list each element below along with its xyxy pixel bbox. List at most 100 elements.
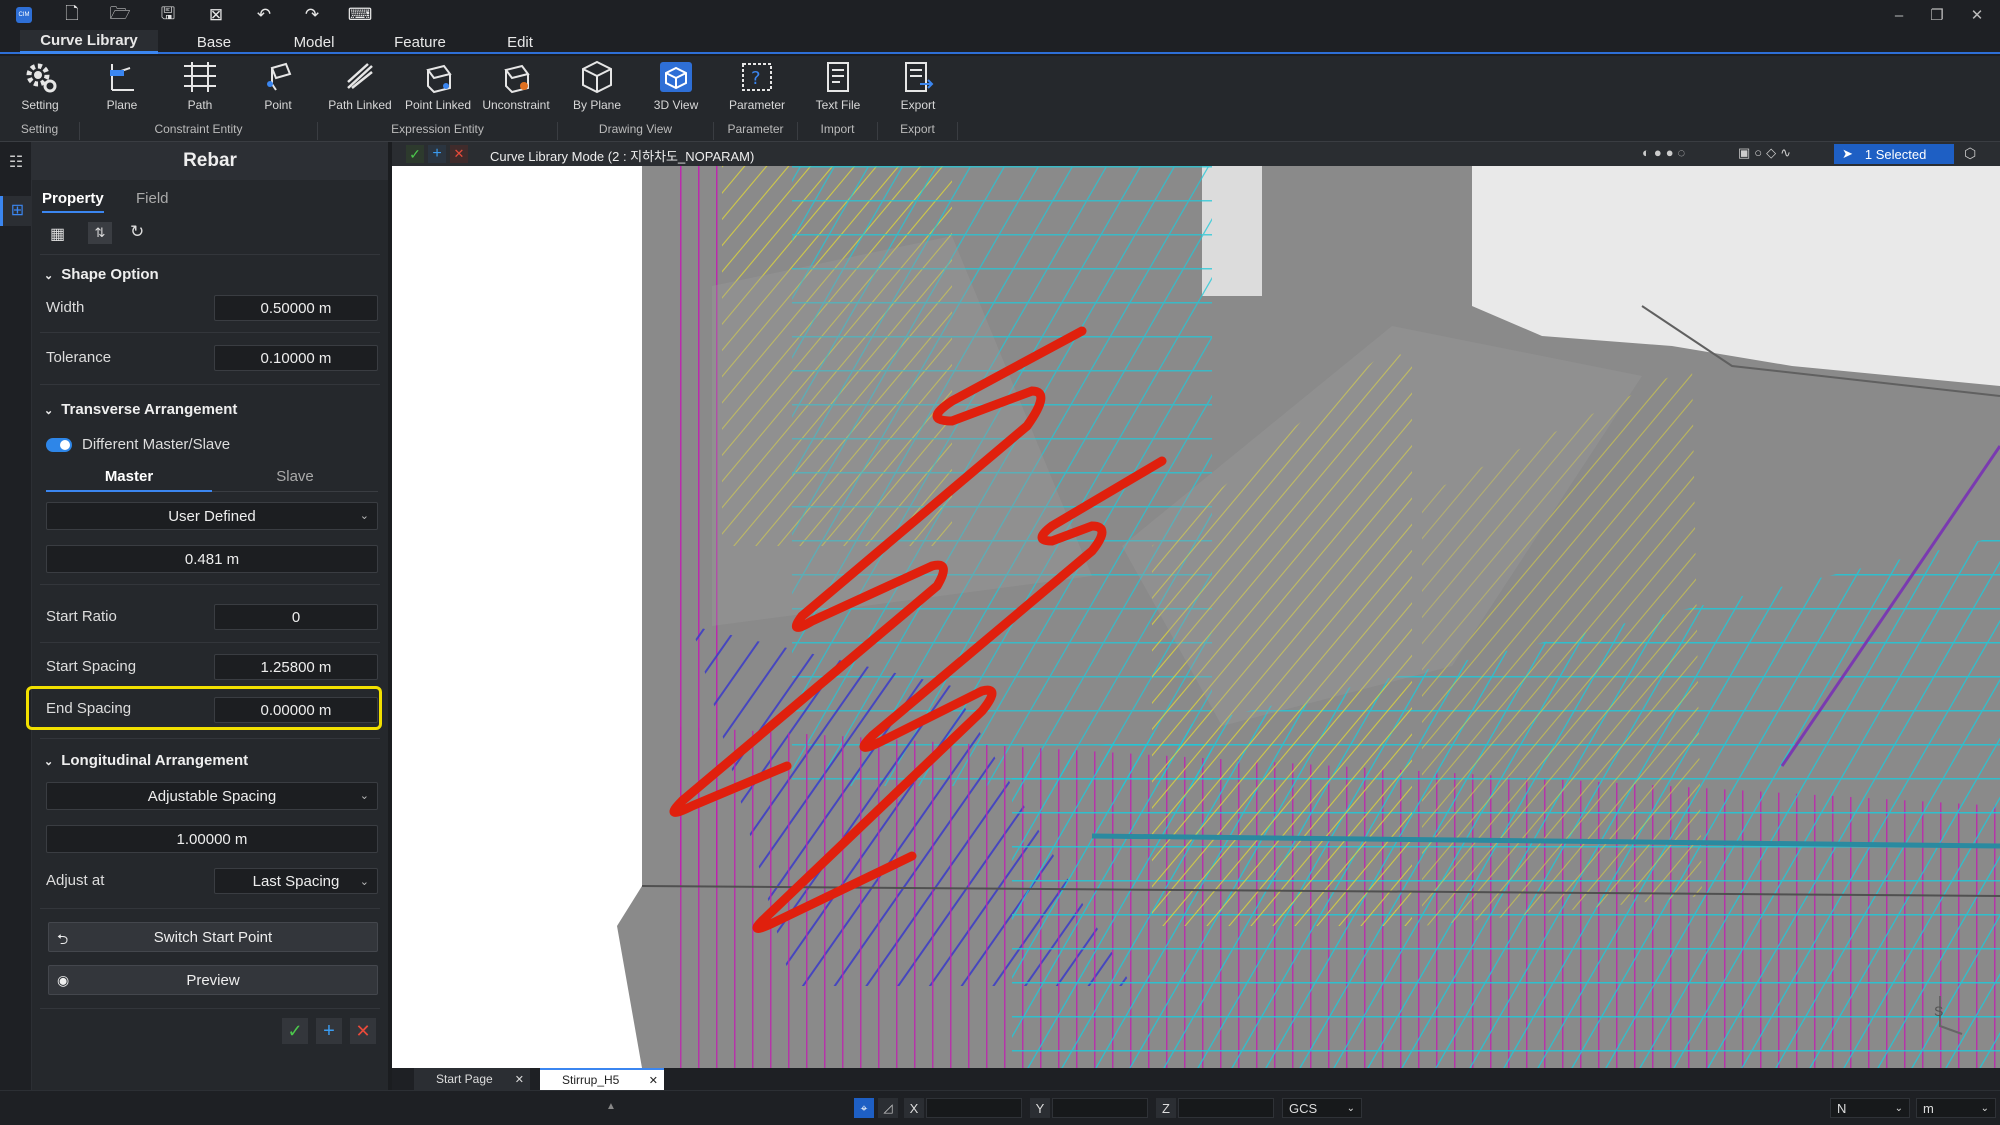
shape-option-header[interactable]: ⌄ Shape Option bbox=[44, 266, 159, 283]
tab-base[interactable]: Base bbox=[170, 30, 258, 54]
refresh-icon[interactable]: ↻ bbox=[130, 222, 144, 242]
cancel-x-icon[interactable]: ✕ bbox=[450, 145, 468, 163]
subtab-master[interactable]: Master bbox=[46, 462, 212, 492]
preview-button[interactable]: ◉ Preview bbox=[48, 965, 378, 995]
switch-start-point-button[interactable]: ⮌ Switch Start Point bbox=[48, 922, 378, 952]
save-icon[interactable]: 🖫 bbox=[144, 0, 192, 30]
3d-viewport[interactable]: S bbox=[392, 166, 2000, 1068]
snap-select[interactable]: N ⌄ bbox=[1830, 1098, 1910, 1118]
chevron-down-icon: ⌄ bbox=[359, 510, 369, 522]
selection-count: 1 Selected bbox=[1864, 146, 1927, 162]
toggle-label: Different Master/Slave bbox=[82, 436, 231, 453]
path-button[interactable]: Path bbox=[170, 60, 230, 120]
parameter-button[interactable]: ? Parameter bbox=[726, 60, 788, 120]
start-spacing-input[interactable]: 1.25800 m bbox=[214, 654, 378, 680]
3d-view-label: 3D View bbox=[653, 98, 699, 112]
close-file-icon[interactable]: ⊠ bbox=[192, 0, 240, 30]
longitudinal-spacing-input[interactable]: 1.00000 m bbox=[46, 825, 378, 853]
viewport-header: ✓ + ✕ Curve Library Mode (2 : 지하차도_NOPAR… bbox=[392, 142, 2000, 166]
tree-view-icon[interactable]: ☷ bbox=[4, 152, 28, 176]
by-plane-cube-icon bbox=[582, 60, 612, 94]
plane-button[interactable]: Plane bbox=[92, 60, 152, 120]
new-file-icon[interactable]: 🗋 bbox=[48, 0, 96, 30]
chevron-down-icon: ⌄ bbox=[1894, 1102, 1903, 1114]
app-logo-icon[interactable]: CIM bbox=[0, 0, 48, 30]
divider bbox=[40, 738, 380, 739]
shading-mode-icons[interactable]: ◐●●◌ bbox=[1642, 145, 1722, 163]
transverse-spacing-input[interactable]: 0.481 m bbox=[46, 545, 378, 573]
transverse-title: Transverse Arrangement bbox=[61, 401, 238, 418]
tab-edit[interactable]: Edit bbox=[476, 30, 564, 54]
point-linked-button[interactable]: Point Linked bbox=[402, 60, 474, 120]
tab-curve-library[interactable]: Curve Library bbox=[20, 30, 158, 54]
export-icon bbox=[905, 62, 934, 92]
group-import: Import bbox=[798, 122, 878, 140]
tab-field[interactable]: Field bbox=[136, 190, 169, 207]
confirm-check-icon[interactable]: ✓ bbox=[282, 1018, 308, 1044]
point-button[interactable]: Point bbox=[248, 60, 308, 120]
z-coordinate-input[interactable] bbox=[1178, 1098, 1274, 1118]
add-plus-icon[interactable]: + bbox=[428, 145, 446, 163]
adjust-at-select[interactable]: Last Spacing ⌄ bbox=[214, 868, 378, 894]
unit-select[interactable]: m ⌄ bbox=[1916, 1098, 1996, 1118]
resize-grip-icon[interactable]: ▲ bbox=[606, 1101, 616, 1112]
open-folder-icon[interactable]: 🗁 bbox=[96, 0, 144, 30]
tolerance-input[interactable]: 0.10000 m bbox=[214, 345, 378, 371]
cancel-x-icon[interactable]: ✕ bbox=[350, 1018, 376, 1044]
add-plus-icon[interactable]: + bbox=[316, 1018, 342, 1044]
plane-icon bbox=[110, 64, 134, 91]
close-icon[interactable]: ✕ bbox=[515, 1073, 524, 1086]
redo-icon[interactable]: ↷ bbox=[288, 0, 336, 30]
setting-button[interactable]: Setting bbox=[10, 60, 70, 120]
doc-tab-stirrup-h5[interactable]: Stirrup_H5 ✕ bbox=[540, 1068, 664, 1090]
restore-icon[interactable]: ❐ bbox=[1918, 0, 1956, 30]
doc-tab-start-page[interactable]: Start Page ✕ bbox=[414, 1068, 530, 1090]
snap-point-icon[interactable]: ⌖ bbox=[854, 1098, 874, 1118]
longitudinal-header[interactable]: ⌄ Longitudinal Arrangement bbox=[44, 752, 248, 769]
3d-view-button[interactable]: 3D View bbox=[646, 60, 706, 120]
doc-tab-label: Start Page bbox=[436, 1072, 493, 1086]
transverse-header[interactable]: ⌄ Transverse Arrangement bbox=[44, 401, 237, 418]
longitudinal-method-select[interactable]: Adjustable Spacing ⌄ bbox=[46, 782, 378, 810]
calendar-icon[interactable]: ▦ bbox=[50, 224, 65, 244]
parameter-label: Parameter bbox=[728, 98, 786, 112]
point-linked-label: Point Linked bbox=[404, 98, 472, 112]
width-input[interactable]: 0.50000 m bbox=[214, 295, 378, 321]
property-view-icon[interactable]: ⊞ bbox=[0, 196, 32, 226]
sort-icon[interactable]: ⇅ bbox=[88, 222, 112, 244]
subtab-slave[interactable]: Slave bbox=[212, 462, 378, 492]
preview-label: Preview bbox=[186, 971, 240, 989]
text-file-button[interactable]: Text File bbox=[808, 60, 868, 120]
x-coordinate-input[interactable] bbox=[926, 1098, 1022, 1118]
keyboard-icon[interactable]: ⌨ bbox=[336, 0, 384, 30]
selection-status[interactable]: ➤ 1 Selected bbox=[1834, 144, 1954, 164]
snap-edge-icon[interactable]: ◿ bbox=[878, 1098, 898, 1118]
y-coordinate-input[interactable] bbox=[1052, 1098, 1148, 1118]
svg-text:S: S bbox=[1934, 1003, 1943, 1019]
path-linked-button[interactable]: Path Linked bbox=[324, 60, 396, 120]
chevron-down-icon: ⌄ bbox=[1980, 1102, 1989, 1114]
master-slave-toggle[interactable] bbox=[46, 438, 72, 452]
property-panel: Rebar Property Field ▦ ⇅ ↻ ⌄ Shape Option… bbox=[26, 142, 388, 1090]
tab-property[interactable]: Property bbox=[42, 190, 104, 213]
start-ratio-input[interactable]: 0 bbox=[214, 604, 378, 630]
by-plane-button[interactable]: By Plane bbox=[566, 60, 628, 120]
minimize-icon[interactable]: – bbox=[1880, 0, 1918, 30]
unconstraint-label: Unconstraint bbox=[482, 98, 550, 112]
export-button[interactable]: Export bbox=[888, 60, 948, 120]
unconstraint-button[interactable]: Unconstraint bbox=[478, 60, 554, 120]
undo-icon[interactable]: ↶ bbox=[240, 0, 288, 30]
tab-feature[interactable]: Feature bbox=[376, 30, 464, 54]
group-parameter: Parameter bbox=[714, 122, 798, 140]
gear-icon bbox=[26, 63, 57, 93]
coord-system-select[interactable]: GCS ⌄ bbox=[1282, 1098, 1362, 1118]
close-window-icon[interactable]: ✕ bbox=[1958, 0, 1996, 30]
view-cube-icon[interactable]: ⬡ bbox=[1964, 145, 1976, 162]
selection-mode-icons[interactable]: ▣○◇∿ bbox=[1738, 145, 1818, 163]
chevron-down-icon: ⌄ bbox=[1346, 1102, 1355, 1114]
tab-model[interactable]: Model bbox=[270, 30, 358, 54]
close-icon[interactable]: ✕ bbox=[649, 1074, 658, 1087]
confirm-check-icon[interactable]: ✓ bbox=[406, 145, 424, 163]
transverse-method-select[interactable]: User Defined ⌄ bbox=[46, 502, 378, 530]
end-spacing-input[interactable]: 0.00000 m bbox=[214, 697, 378, 723]
